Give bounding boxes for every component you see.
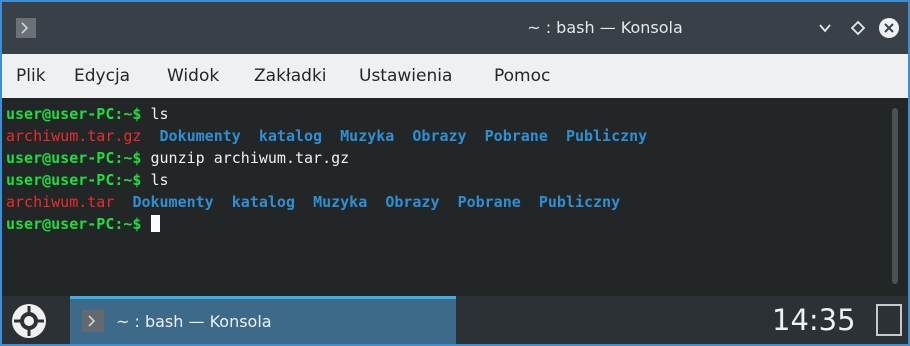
show-desktop-icon[interactable] — [876, 304, 902, 336]
archive-file: archiwum.tar — [6, 193, 115, 211]
taskbar: ~ : bash — Konsola 14:35 — [2, 296, 908, 344]
command-text — [141, 215, 150, 233]
title-bar[interactable]: ~ : bash — Konsola — [2, 2, 908, 54]
directory-entry: Dokumenty — [159, 127, 241, 145]
text-cursor — [150, 215, 160, 232]
directory-entry: Muzyka — [313, 193, 368, 211]
directory-entry: Publiczny — [538, 193, 621, 211]
directory-entry: katalog — [231, 193, 295, 211]
maximize-diamond-icon[interactable] — [847, 17, 869, 39]
terminal-line: user@user-PC:~$ gunzip archiwum.tar.gz — [6, 147, 349, 169]
menu-bar: Plik Edycja Widok Zakładki Ustawienia Po… — [2, 54, 908, 98]
command-text: ls — [141, 105, 169, 123]
clock[interactable]: 14:35 — [772, 296, 856, 344]
menu-ustawienia[interactable]: Ustawienia — [359, 54, 452, 98]
terminal-icon — [82, 310, 104, 332]
minimize-chevron-icon[interactable] — [814, 17, 836, 39]
shell-prompt: user@user-PC:~$ — [6, 171, 142, 189]
kde-launcher-icon[interactable] — [10, 302, 48, 340]
menu-zakladki[interactable]: Zakładki — [254, 54, 327, 98]
shell-prompt: user@user-PC:~$ — [6, 149, 142, 167]
konsole-window: ~ : bash — Konsola Plik Edycja Widok Zak… — [0, 0, 910, 346]
directory-entry: Pobrane — [484, 127, 548, 145]
terminal-line: user@user-PC:~$ ls — [6, 169, 169, 191]
terminal-scrollbar[interactable] — [892, 108, 898, 284]
terminal-output[interactable]: user@user-PC:~$ ls archiwum.tar.gz Dokum… — [2, 98, 908, 296]
terminal-line: archiwum.tar.gz Dokumenty katalog Muzyka… — [6, 125, 647, 147]
window-title: ~ : bash — Konsola — [527, 18, 683, 37]
menu-edycja[interactable]: Edycja — [74, 54, 130, 98]
menu-widok[interactable]: Widok — [167, 54, 219, 98]
shell-prompt: user@user-PC:~$ — [6, 105, 142, 123]
close-icon[interactable] — [878, 17, 900, 39]
menu-pomoc[interactable]: Pomoc — [494, 54, 550, 98]
terminal-line: user@user-PC:~$ ls — [6, 103, 169, 125]
directory-entry: Dokumenty — [132, 193, 214, 211]
command-text: ls — [141, 171, 169, 189]
command-text: gunzip archiwum.tar.gz — [141, 149, 350, 167]
task-label: ~ : bash — Konsola — [116, 312, 272, 331]
directory-entry: Obrazy — [412, 127, 467, 145]
terminal-line: archiwum.tar Dokumenty katalog Muzyka Ob… — [6, 191, 620, 213]
directory-entry: katalog — [258, 127, 323, 145]
shell-prompt: user@user-PC:~$ — [6, 215, 142, 233]
archive-file: archiwum.tar.gz — [6, 127, 142, 145]
menu-plik[interactable]: Plik — [16, 54, 46, 98]
task-konsola[interactable]: ~ : bash — Konsola — [70, 296, 456, 344]
directory-entry: Muzyka — [340, 127, 395, 145]
directory-entry: Publiczny — [565, 127, 648, 145]
directory-entry: Pobrane — [457, 193, 521, 211]
directory-entry: Obrazy — [385, 193, 440, 211]
terminal-line: user@user-PC:~$ — [6, 213, 160, 235]
